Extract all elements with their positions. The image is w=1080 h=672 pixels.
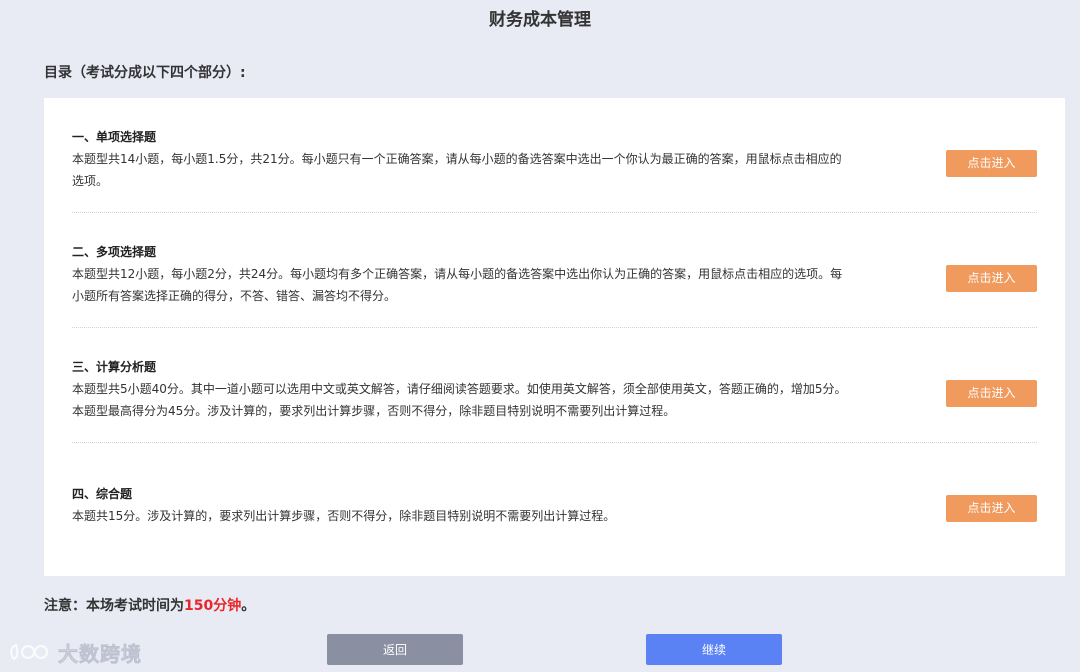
toc-heading: 目录（考试分成以下四个部分）: <box>44 65 246 81</box>
notice-prefix: 注意：本场考试时间为 <box>44 598 184 614</box>
exam-duration: 150分钟 <box>184 598 242 614</box>
section-text: 三、计算分析题 本题型共5小题40分。其中一道小题可以选用中文或英文解答，请仔细… <box>72 358 847 422</box>
section-text: 一、单项选择题 本题型共14小题，每小题1.5分，共21分。每小题只有一个正确答… <box>72 128 847 192</box>
page-title: 财务成本管理 <box>489 10 591 30</box>
enter-multiple-choice-button[interactable]: 点击进入 <box>946 265 1037 292</box>
section-calculation-analysis: 三、计算分析题 本题型共5小题40分。其中一道小题可以选用中文或英文解答，请仔细… <box>72 328 1037 443</box>
section-single-choice: 一、单项选择题 本题型共14小题，每小题1.5分，共21分。每小题只有一个正确答… <box>72 98 1037 213</box>
watermark-text: 大数跨境 <box>58 641 142 666</box>
notice-suffix: 。 <box>241 598 256 614</box>
section-title: 三、计算分析题 <box>72 360 157 374</box>
watermark-logo-icon <box>10 643 49 661</box>
enter-comprehensive-button[interactable]: 点击进入 <box>946 495 1037 522</box>
section-description: 本题型共12小题，每小题2分，共24分。每小题均有多个正确答案，请从每小题的备选… <box>72 267 843 303</box>
section-multiple-choice: 二、多项选择题 本题型共12小题，每小题2分，共24分。每小题均有多个正确答案，… <box>72 213 1037 328</box>
exam-time-notice: 注意：本场考试时间为150分钟。 <box>44 596 255 616</box>
enter-single-choice-button[interactable]: 点击进入 <box>946 150 1037 177</box>
section-title: 二、多项选择题 <box>72 245 157 259</box>
section-comprehensive: 四、综合题 本题共15分。涉及计算的，要求列出计算步骤，否则不得分，除非题目特别… <box>72 443 1037 558</box>
section-title: 一、单项选择题 <box>72 130 157 144</box>
section-description: 本题型共5小题40分。其中一道小题可以选用中文或英文解答，请仔细阅读答题要求。如… <box>72 382 847 418</box>
section-description: 本题共15分。涉及计算的，要求列出计算步骤，否则不得分，除非题目特别说明不需要列… <box>72 509 616 523</box>
enter-calculation-analysis-button[interactable]: 点击进入 <box>946 380 1037 407</box>
section-text: 四、综合题 本题共15分。涉及计算的，要求列出计算步骤，否则不得分，除非题目特别… <box>72 485 847 527</box>
section-description: 本题型共14小题，每小题1.5分，共21分。每小题只有一个正确答案，请从每小题的… <box>72 152 842 188</box>
sections-card: 一、单项选择题 本题型共14小题，每小题1.5分，共21分。每小题只有一个正确答… <box>44 98 1065 576</box>
continue-button[interactable]: 继续 <box>646 634 782 665</box>
watermark: 大数跨境 <box>8 638 142 666</box>
section-title: 四、综合题 <box>72 487 133 501</box>
section-text: 二、多项选择题 本题型共12小题，每小题2分，共24分。每小题均有多个正确答案，… <box>72 243 847 307</box>
back-button[interactable]: 返回 <box>327 634 463 665</box>
